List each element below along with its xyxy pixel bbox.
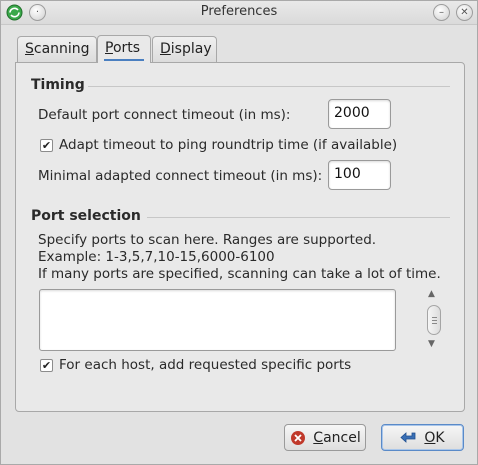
minimize-button[interactable]: – [433, 4, 450, 21]
add-specific-ports-label[interactable]: For each host, add requested specific po… [59, 357, 351, 373]
ok-button[interactable]: OK [381, 424, 464, 451]
min-adapted-timeout-input[interactable]: 100 [328, 160, 391, 190]
port-selection-divider [147, 217, 450, 218]
tab-ports[interactable]: Ports [97, 35, 151, 63]
close-button[interactable]: ✕ [456, 4, 473, 21]
close-icon: ✕ [460, 7, 469, 18]
scrollbar-handle[interactable] [427, 305, 441, 335]
ok-arrow-icon [400, 431, 416, 443]
tab-display-mnemonic: D [160, 41, 171, 57]
cancel-button[interactable]: Cancel [284, 424, 366, 451]
min-adapted-timeout-label: Minimal adapted connect timeout (in ms): [38, 168, 323, 184]
connect-timeout-label: Default port connect timeout (in ms): [38, 107, 291, 123]
adapt-timeout-label[interactable]: Adapt timeout to ping roundtrip time (if… [59, 137, 397, 153]
tab-display[interactable]: Display [152, 36, 217, 62]
connect-timeout-input[interactable]: 2000 [328, 99, 391, 129]
adapt-timeout-checkbox[interactable]: ✔ [40, 139, 53, 152]
checkmark-icon: ✔ [41, 359, 52, 372]
cancel-mnemonic: C [313, 429, 324, 446]
tab-scanning-mnemonic: S [25, 41, 34, 57]
ok-mnemonic: O [424, 429, 436, 446]
scroll-up-icon[interactable]: ▲ [428, 289, 435, 299]
ports-panel: Timing Default port connect timeout (in … [15, 62, 465, 412]
scroll-down-icon[interactable]: ▼ [428, 339, 435, 349]
ports-textarea[interactable] [39, 289, 396, 351]
ok-label: K [435, 429, 445, 446]
timing-group-title: Timing [31, 77, 85, 93]
ports-help-line-1: Specify ports to scan here. Ranges are s… [38, 232, 377, 248]
add-specific-ports-checkbox[interactable]: ✔ [40, 359, 53, 372]
checkmark-icon: ✔ [41, 139, 52, 152]
tab-display-label: isplay [170, 41, 212, 57]
ports-help-line-3: If many ports are specified, scanning ca… [38, 266, 441, 282]
timing-divider [88, 86, 450, 87]
tab-scanning-label: canning [33, 41, 90, 57]
active-tab-indicator [104, 59, 144, 61]
tab-ports-mnemonic: P [105, 40, 113, 56]
cancel-icon [291, 430, 306, 445]
tab-scanning[interactable]: Scanning [17, 36, 97, 62]
minimize-icon: – [439, 7, 444, 18]
cancel-label: ancel [323, 429, 361, 446]
window-title: Preferences [200, 4, 278, 19]
port-selection-group-title: Port selection [31, 208, 141, 224]
title-bar[interactable]: · Preferences – ✕ [1, 1, 477, 25]
preferences-window: · Preferences – ✕ Scanning Ports Display… [0, 0, 478, 465]
ports-help-line-2: Example: 1-3,5,7,10-15,6000-6100 [38, 249, 275, 265]
tab-ports-label: orts [112, 40, 141, 56]
